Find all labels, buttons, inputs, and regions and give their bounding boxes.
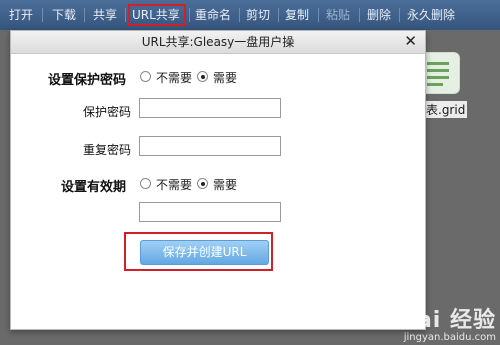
watermark-logo-text: Bai 经验 [399, 308, 496, 333]
toolbar-separator [42, 8, 43, 22]
toolbar-share-button[interactable]: 共享 [93, 6, 117, 24]
password-input[interactable] [139, 98, 281, 118]
toolbar-separator [359, 8, 360, 22]
spreadsheet-icon-bar [427, 69, 449, 72]
spreadsheet-icon-bar [427, 76, 449, 79]
toolbar-rename-button[interactable]: 重命名 [195, 6, 231, 24]
expiry-date-input[interactable] [139, 202, 281, 222]
watermark-url: jingyan.baidu.com [403, 332, 496, 343]
url-share-highlight-box [128, 4, 186, 26]
spreadsheet-icon-bar [427, 83, 443, 86]
expiry-yes-radio[interactable] [197, 178, 208, 189]
toolbar-separator [189, 8, 190, 22]
password-no-label: 不需要 [156, 71, 193, 85]
password-no-radio[interactable] [140, 71, 151, 82]
save-and-create-url-button[interactable]: 保存并创建URL [140, 240, 269, 265]
toolbar-separator [399, 8, 400, 22]
baidu-watermark: Bai 经验 jingyan.baidu.com [399, 302, 496, 343]
toolbar-permanent-delete-button[interactable]: 永久删除 [407, 6, 455, 24]
toolbar-separator [318, 8, 319, 22]
toolbar: 打开 下载 共享 URL共享 重命名 剪切 复制 粘贴 删除 永久删除 [0, 0, 500, 30]
dialog-title: URL共享:Gleasy一盘用户操 [141, 35, 295, 49]
password-yes-radio[interactable] [197, 71, 208, 82]
expiry-yes-label: 需要 [213, 178, 238, 192]
dialog-header: URL共享:Gleasy一盘用户操 ✕ [11, 31, 425, 54]
toolbar-separator [278, 8, 279, 22]
expiry-no-label: 不需要 [156, 178, 193, 192]
toolbar-download-button[interactable]: 下载 [52, 6, 76, 24]
spreadsheet-icon-bar [427, 62, 449, 65]
toolbar-open-button[interactable]: 打开 [9, 6, 33, 24]
toolbar-delete-button[interactable]: 删除 [367, 6, 391, 24]
toolbar-separator [84, 8, 85, 22]
toolbar-paste-button[interactable]: 粘贴 [326, 6, 350, 24]
toolbar-copy-button[interactable]: 复制 [285, 6, 309, 24]
repeat-password-label: 重复密码 [82, 143, 131, 157]
password-section-label: 设置保护密码 [48, 73, 127, 88]
toolbar-separator [125, 8, 126, 22]
password-label: 保护密码 [82, 105, 131, 119]
password-yes-label: 需要 [213, 71, 238, 85]
close-icon[interactable]: ✕ [404, 31, 417, 51]
toolbar-separator [239, 8, 240, 22]
expiry-no-radio[interactable] [140, 178, 151, 189]
url-share-dialog: URL共享:Gleasy一盘用户操 ✕ 设置保护密码 不需要 需要 保护密码 重… [10, 30, 426, 330]
file-name-label[interactable]: 表.grid [424, 101, 468, 118]
repeat-password-input[interactable] [139, 136, 281, 156]
toolbar-cut-button[interactable]: 剪切 [246, 6, 270, 24]
expiry-section-label: 设置有效期 [61, 180, 127, 195]
